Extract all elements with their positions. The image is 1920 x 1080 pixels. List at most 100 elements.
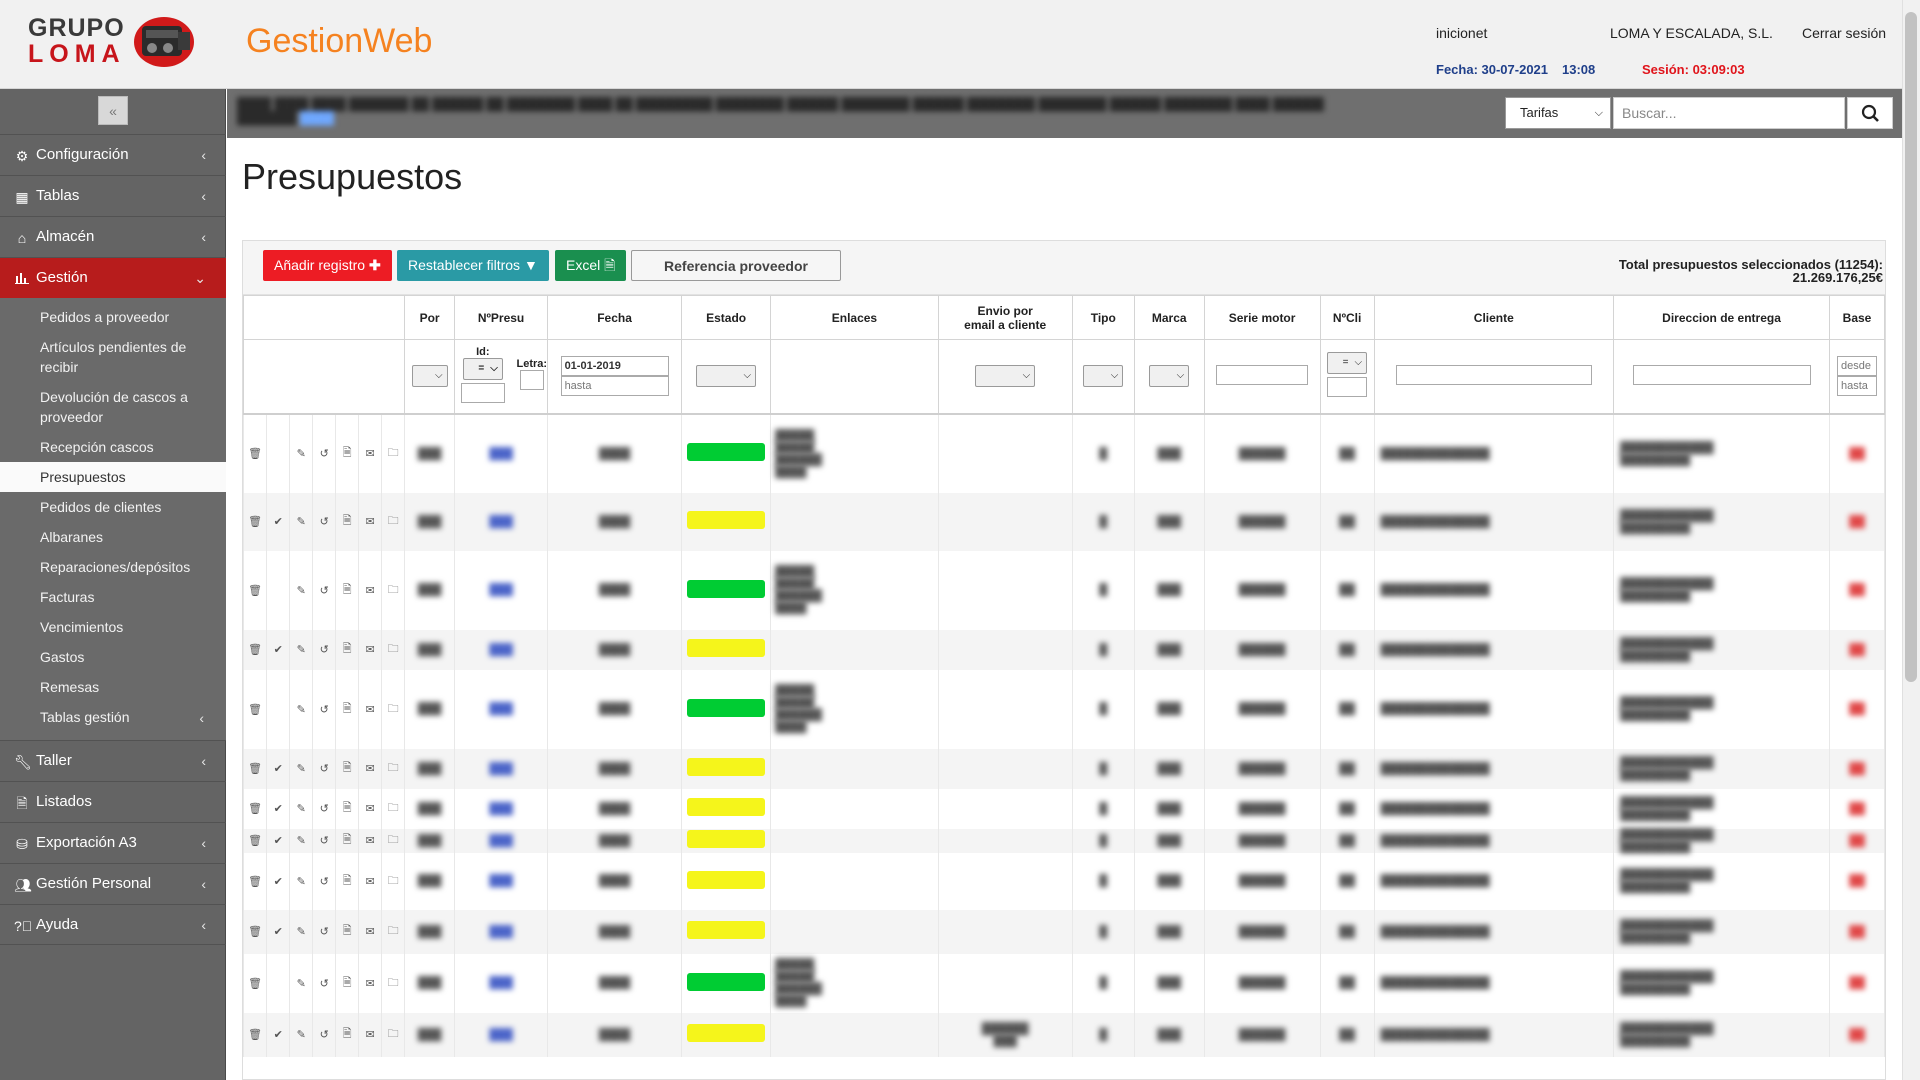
table-row[interactable]: 🗑︎ ✔ ✎ ↺ 🗎︎ ✉︎ 🗀︎ ███ ███ ████ █ ███ ██████ ██ ███████…	[242, 828, 1885, 853]
folder-icon[interactable]: 🗀︎	[381, 852, 406, 910]
por-filter-select[interactable]: ⌵	[411, 365, 448, 388]
col-header-tipo[interactable]: Tipo	[1071, 295, 1135, 340]
check-icon[interactable]: ✔	[266, 629, 291, 670]
tarifas-select[interactable]: Tarifas ⌵	[1505, 97, 1611, 129]
history-icon[interactable]: ↺	[312, 852, 337, 910]
history-icon[interactable]: ↺	[312, 550, 337, 630]
logout-link[interactable]: Cerrar sesión	[1802, 25, 1886, 41]
table-row[interactable]: 🗑︎ ✎ ↺ 🗎︎ ✉︎ 🗀︎ ███ ███ ████ █████ █████ ██████ ████…	[242, 550, 1885, 630]
delete-icon[interactable]: 🗑︎	[242, 953, 268, 1013]
cell-npresu[interactable]: ███	[454, 852, 549, 910]
folder-icon[interactable]: 🗀︎	[381, 1012, 406, 1057]
cell-npresu[interactable]: ███	[454, 550, 549, 630]
col-header-ncli[interactable]: NºCli	[1319, 295, 1375, 340]
edit-icon[interactable]: ✎	[289, 1012, 314, 1057]
sidebar-collapse-button[interactable]: «	[98, 96, 128, 125]
cell-npresu[interactable]: ███	[454, 828, 549, 853]
pdf-icon[interactable]: 🗎︎	[335, 413, 360, 493]
col-header-direccion[interactable]: Direccion de entrega	[1613, 295, 1831, 340]
edit-icon[interactable]: ✎	[289, 492, 314, 551]
letra-filter-input[interactable]	[519, 370, 544, 391]
cell-npresu[interactable]: ███	[454, 909, 549, 954]
cell-enlaces[interactable]: █████ █████ ██████ ████	[770, 669, 939, 749]
check-icon[interactable]: ✔	[266, 1012, 291, 1057]
history-icon[interactable]: ↺	[312, 669, 337, 749]
sidebar-item-listados[interactable]: 🗎︎ Listados	[0, 781, 226, 822]
serie-filter-input[interactable]	[1216, 364, 1309, 385]
edit-icon[interactable]: ✎	[289, 550, 314, 630]
ncli-operator-select[interactable]: = ⌵	[1327, 352, 1368, 375]
delete-icon[interactable]: 🗑︎	[242, 828, 268, 853]
cell-npresu[interactable]: ███	[454, 953, 549, 1013]
pdf-icon[interactable]: 🗎︎	[335, 748, 360, 789]
check-icon[interactable]: ✔	[266, 492, 291, 551]
pdf-icon[interactable]: 🗎︎	[335, 909, 360, 954]
pdf-icon[interactable]: 🗎︎	[335, 828, 360, 853]
delete-icon[interactable]: 🗑︎	[242, 748, 268, 789]
table-row[interactable]: 🗑︎ ✔ ✎ ↺ 🗎︎ ✉ 🗀︎ ███ ███ ████ ██████ ███ █ ███ ██████ █…	[242, 1012, 1885, 1057]
table-row[interactable]: 🗑︎ ✎ ↺ 🗎︎ ✉︎ 🗀︎ ███ ███ ████ █████ █████ ██████ ████…	[242, 413, 1885, 493]
edit-icon[interactable]: ✎	[289, 629, 314, 670]
table-row[interactable]: 🗑︎ ✎ ↺ 🗎︎ ✉︎ 🗀︎ ███ ███ ████ █████ █████ ██████ ████…	[242, 953, 1885, 1013]
email-icon[interactable]: ✉︎	[358, 748, 383, 789]
sidebar-item-gestion-personal[interactable]: 👥︎ Gestión Personal ‹	[0, 863, 226, 904]
base-desde-input[interactable]: desde	[1837, 356, 1877, 377]
folder-icon[interactable]: 🗀︎	[381, 953, 406, 1013]
id-operator-select[interactable]: = ⌵	[462, 358, 503, 381]
cell-enlaces[interactable]	[770, 909, 939, 954]
submenu-item[interactable]: Devolución de cascos a proveedor	[0, 382, 226, 432]
col-header-cliente[interactable]: Cliente	[1373, 295, 1615, 340]
col-header-marca[interactable]: Marca	[1133, 295, 1205, 340]
add-record-button[interactable]: Añadir registro ✚	[263, 250, 392, 281]
history-icon[interactable]: ↺	[312, 748, 337, 789]
table-row[interactable]: 🗑︎ ✔ ✎ ↺ 🗎︎ ✉︎ 🗀︎ ███ ███ ████ █ ███ ██████ ██ ███████…	[242, 492, 1885, 551]
edit-icon[interactable]: ✎	[289, 852, 314, 910]
cell-npresu[interactable]: ███	[454, 629, 549, 670]
pdf-icon[interactable]: 🗎︎	[335, 629, 360, 670]
submenu-item[interactable]: Reparaciones/depósitos	[0, 552, 226, 582]
table-row[interactable]: 🗑︎ ✔ ✎ ↺ 🗎︎ ✉︎ 🗀︎ ███ ███ ████ █ ███ ██████ ██ ███████…	[242, 788, 1885, 829]
history-icon[interactable]: ↺	[312, 413, 337, 493]
sidebar-item-exportacion[interactable]: ⛁ Exportación A3 ‹	[0, 822, 226, 863]
check-icon[interactable]: ✔	[266, 909, 291, 954]
folder-icon[interactable]: 🗀︎	[381, 629, 406, 670]
history-icon[interactable]: ↺	[312, 492, 337, 551]
cell-enlaces[interactable]	[770, 748, 939, 789]
check-icon[interactable]: ✔	[266, 748, 291, 789]
email-icon[interactable]: ✉︎	[358, 953, 383, 1013]
cell-enlaces[interactable]	[770, 629, 939, 670]
reset-filters-button[interactable]: Restablecer filtros ▼	[397, 250, 549, 281]
pdf-icon[interactable]: 🗎︎	[335, 550, 360, 630]
col-header-npresu[interactable]: NºPresu	[454, 295, 549, 340]
cell-npresu[interactable]: ███	[454, 1012, 549, 1057]
submenu-item[interactable]: Pedidos a proveedor	[0, 302, 226, 332]
fecha-desde-input[interactable]: 01-01-2019	[560, 356, 669, 377]
history-icon[interactable]: ↺	[312, 788, 337, 829]
email-icon[interactable]: ✉︎	[358, 550, 383, 630]
cell-npresu[interactable]: ███	[454, 669, 549, 749]
cell-enlaces[interactable]	[770, 828, 939, 853]
sidebar-item-gestion[interactable]: Gestión ⌄	[0, 257, 226, 298]
folder-icon[interactable]: 🗀︎	[381, 828, 406, 853]
col-header-serie[interactable]: Serie motor	[1203, 295, 1321, 340]
delete-icon[interactable]: 🗑︎	[242, 852, 268, 910]
col-header-envio[interactable]: Envio por email a cliente	[937, 295, 1073, 340]
id-filter-input[interactable]	[460, 383, 505, 404]
delete-icon[interactable]: 🗑︎	[242, 550, 268, 630]
direccion-filter-input[interactable]	[1632, 364, 1811, 385]
sidebar-item-tablas[interactable]: ▦ Tablas ‹	[0, 175, 226, 216]
edit-icon[interactable]: ✎	[289, 828, 314, 853]
table-row[interactable]: 🗑︎ ✔ ✎ ↺ 🗎︎ ✉︎ 🗀︎ ███ ███ ████ █ ███ ██████ ██ ███████…	[242, 909, 1885, 954]
cell-enlaces[interactable]	[770, 492, 939, 551]
base-hasta-input[interactable]: hasta	[1837, 376, 1877, 397]
history-icon[interactable]: ↺	[312, 1012, 337, 1057]
cliente-filter-input[interactable]	[1395, 364, 1592, 385]
col-header-base[interactable]: Base	[1829, 295, 1885, 340]
edit-icon[interactable]: ✎	[289, 413, 314, 493]
col-header-por[interactable]: Por	[404, 295, 456, 340]
submenu-item[interactable]: Remesas	[0, 672, 226, 702]
check-icon[interactable]: ✔	[266, 788, 291, 829]
cell-enlaces[interactable]	[770, 1012, 939, 1057]
pdf-icon[interactable]: 🗎︎	[335, 788, 360, 829]
edit-icon[interactable]: ✎	[289, 748, 314, 789]
